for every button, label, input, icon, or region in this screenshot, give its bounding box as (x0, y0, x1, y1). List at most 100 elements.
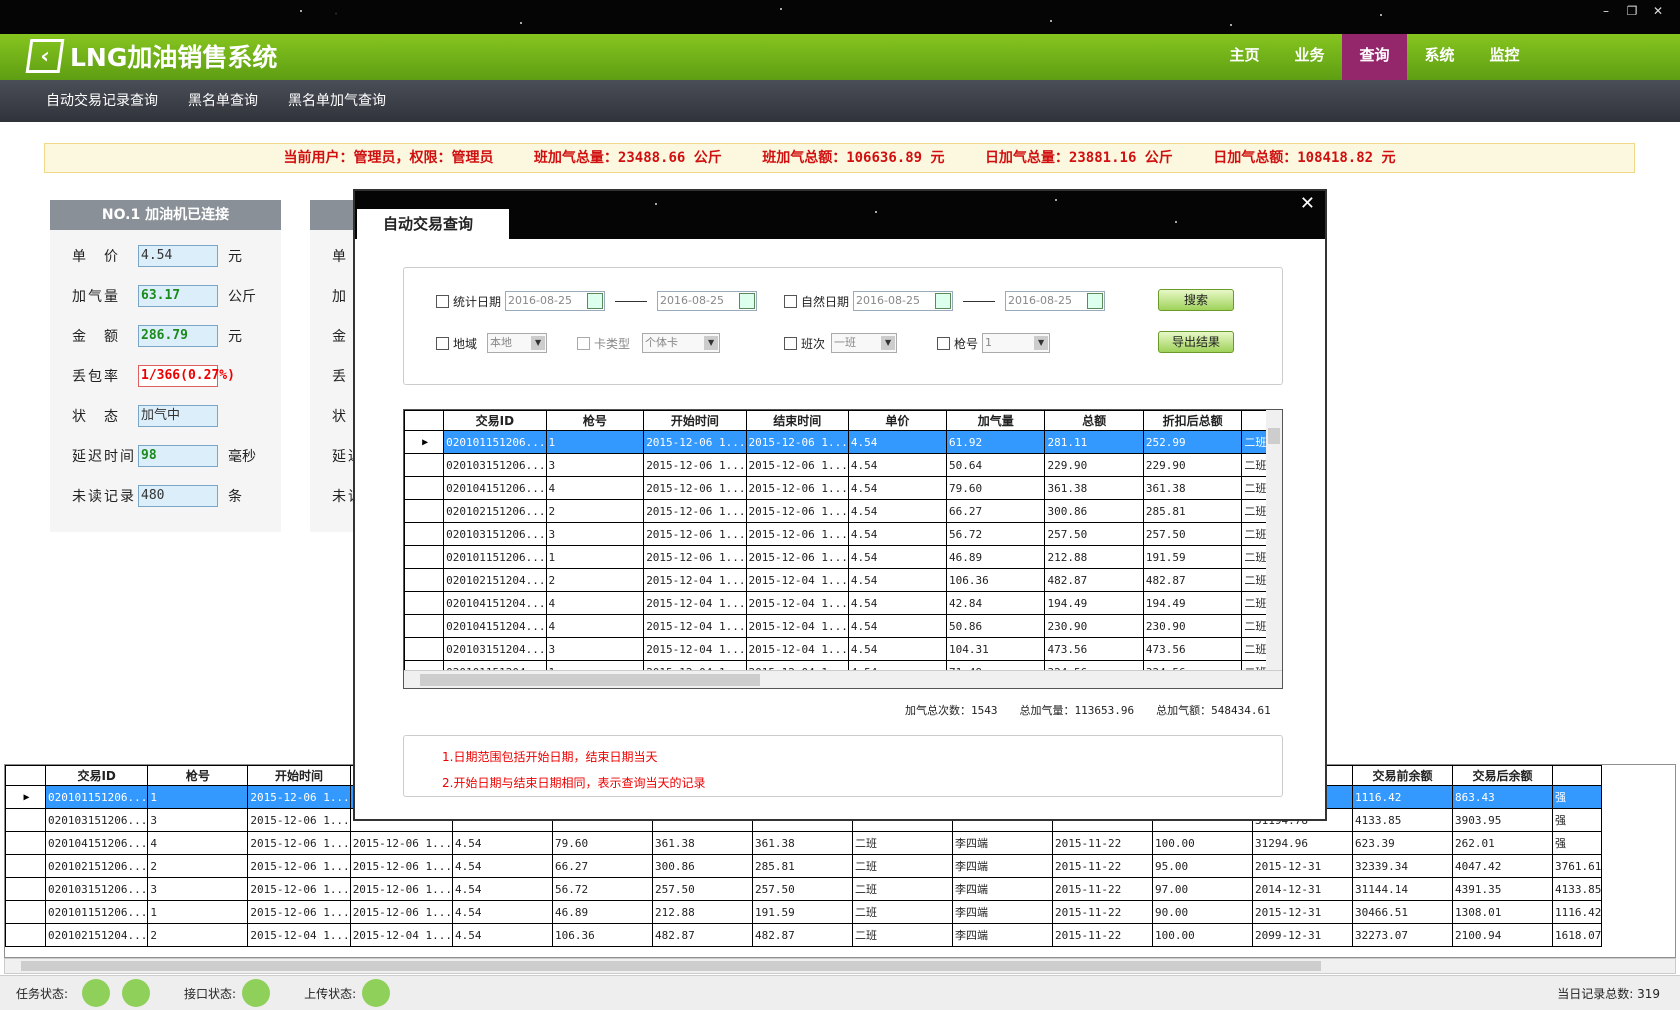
table-row[interactable]: 020103151206... 3 2015-12-06 1... 2015-12-0… (404, 453, 1282, 477)
restore-icon[interactable]: ❐ (1620, 2, 1644, 20)
row-selector[interactable] (5, 877, 46, 901)
table-cell: 2015-12-06 1... (745, 522, 849, 546)
row-selector[interactable] (404, 476, 445, 500)
region-select[interactable]: 本地 ▼ (487, 333, 548, 353)
column-header[interactable]: 总额 (1044, 410, 1144, 431)
natural-date-from[interactable]: 2016-08-25 (853, 291, 954, 311)
row-selector[interactable] (5, 808, 46, 832)
subnav-blacklist[interactable]: 黑名单查询 (188, 80, 258, 122)
column-header[interactable]: 交易ID (44, 765, 149, 786)
column-header[interactable]: 单价 (847, 410, 947, 431)
horizontal-scrollbar[interactable] (404, 670, 1282, 688)
row-selector[interactable] (5, 854, 46, 878)
gun-select[interactable]: 1 ▼ (982, 333, 1051, 353)
calendar-icon[interactable] (739, 293, 756, 309)
table-row[interactable]: 020102151204... 2 2015-12-04 1... 2015-12-0… (5, 923, 1603, 947)
table-cell: 3761.61 (1552, 854, 1603, 878)
table-row[interactable]: 020102151206... 2 2015-12-06 1... 2015-12-0… (5, 854, 1603, 878)
close-icon[interactable]: ✕ (1300, 193, 1315, 214)
table-row[interactable]: 020102151204... 2 2015-12-04 1... 2015-12-0… (404, 568, 1282, 592)
column-header[interactable] (1552, 765, 1603, 786)
natural-date-to[interactable]: 2016-08-25 (1005, 291, 1106, 311)
stat-date-checkbox[interactable] (436, 294, 449, 308)
table-row[interactable]: 020104151204... 4 2015-12-04 1... 2015-12-0… (404, 591, 1282, 615)
close-icon[interactable]: ✕ (1646, 2, 1670, 20)
nav-home[interactable]: 主页 (1212, 34, 1277, 80)
table-cell: 二班 (852, 831, 954, 855)
table-row[interactable]: 020102151206... 2 2015-12-06 1... 2015-12-0… (404, 499, 1282, 523)
total-count: 加气总次数：1543 (905, 704, 998, 717)
row-selector[interactable]: ▶ (404, 430, 445, 454)
calendar-icon[interactable] (1087, 293, 1104, 309)
region-checkbox[interactable] (436, 336, 449, 350)
table-row[interactable]: 020101151206... 1 2015-12-06 1... 2015-12-0… (404, 545, 1282, 569)
column-header[interactable]: 交易前余额 (1352, 765, 1454, 786)
nav-system[interactable]: 系统 (1407, 34, 1472, 80)
table-cell: 361.38 (752, 831, 854, 855)
table-cell: 2015-11-22 (1052, 854, 1154, 878)
table-row[interactable]: 020104151206... 4 2015-12-06 1... 2015-12-0… (5, 831, 1603, 855)
column-header[interactable]: 枪号 (147, 765, 249, 786)
search-button[interactable]: 搜索 (1158, 289, 1234, 311)
column-header[interactable]: 交易后余额 (1452, 765, 1554, 786)
stat-date-to[interactable]: 2016-08-25 (657, 291, 758, 311)
row-selector[interactable] (404, 453, 445, 477)
row-selector[interactable] (404, 637, 445, 661)
minimize-icon[interactable]: – (1594, 2, 1618, 20)
table-row[interactable]: ▶ 020101151206... 1 2015-12-06 1... 2015-12-… (404, 430, 1282, 454)
dialog-tab[interactable]: 自动交易查询 (357, 209, 509, 239)
gun-checkbox[interactable] (937, 336, 950, 350)
natural-date-checkbox[interactable] (784, 294, 797, 308)
nav-business[interactable]: 业务 (1277, 34, 1342, 80)
column-header[interactable]: 开始时间 (247, 765, 351, 786)
table-cell: 2015-12-06 1... (643, 499, 747, 523)
table-row[interactable]: 020104151204... 4 2015-12-04 1... 2015-12-0… (404, 614, 1282, 638)
chevron-down-icon: ▼ (881, 336, 896, 350)
shift-checkbox[interactable] (784, 336, 797, 350)
top-nav: 主页 业务 查询 系统 监控 (1212, 34, 1537, 80)
row-selector[interactable] (5, 923, 46, 947)
row-selector[interactable] (404, 591, 445, 615)
row-selector[interactable] (404, 545, 445, 569)
row-selector[interactable]: ▶ (5, 785, 46, 809)
field-label: 加气量 (72, 289, 120, 305)
column-header[interactable]: 开始时间 (643, 410, 747, 431)
field-unit: 元 (228, 329, 242, 345)
nav-query[interactable]: 查询 (1342, 34, 1407, 80)
row-selector[interactable] (404, 568, 445, 592)
row-selector[interactable] (5, 900, 46, 924)
table-cell: 106.36 (945, 568, 1046, 592)
table-row[interactable]: 020103151206... 3 2015-12-06 1... 2015-12-0… (404, 522, 1282, 546)
chevron-down-icon: ▼ (531, 336, 546, 350)
stat-date-from[interactable]: 2016-08-25 (505, 291, 606, 311)
horizontal-scrollbar[interactable] (4, 958, 1676, 974)
row-selector[interactable] (5, 831, 46, 855)
table-row[interactable]: 020103151204... 3 2015-12-04 1... 2015-12-0… (404, 637, 1282, 661)
table-row[interactable]: 020104151206... 4 2015-12-06 1... 2015-12-0… (404, 476, 1282, 500)
nav-monitor[interactable]: 监控 (1472, 34, 1537, 80)
column-header[interactable]: 加气量 (945, 410, 1046, 431)
table-cell: 361.38 (1142, 476, 1243, 500)
card-type-checkbox[interactable] (577, 336, 590, 350)
row-selector[interactable] (404, 499, 445, 523)
calendar-icon[interactable] (587, 293, 604, 309)
card-type-select[interactable]: 个体卡 ▼ (642, 333, 721, 353)
table-row[interactable]: 020101151206... 1 2015-12-06 1... 2015-12-0… (5, 900, 1603, 924)
table-cell: 4.54 (452, 877, 554, 901)
row-selector[interactable] (404, 522, 445, 546)
column-header[interactable]: 枪号 (545, 410, 645, 431)
table-row[interactable]: 020103151206... 3 2015-12-06 1... 2015-12-0… (5, 877, 1603, 901)
export-button[interactable]: 导出结果 (1158, 331, 1234, 353)
shift-select[interactable]: 一班 ▼ (831, 333, 898, 353)
table-cell: 2015-12-06 1... (745, 499, 849, 523)
column-header[interactable]: 结束时间 (745, 410, 849, 431)
table-cell: 2015-12-06 1... (643, 476, 747, 500)
subnav-auto-transactions[interactable]: 自动交易记录查询 (46, 80, 158, 122)
calendar-icon[interactable] (935, 293, 952, 309)
column-header[interactable]: 交易ID (443, 410, 547, 431)
row-selector[interactable] (404, 614, 445, 638)
column-header[interactable]: 折扣后总额 (1142, 410, 1243, 431)
subnav-blacklist-fueling[interactable]: 黑名单加气查询 (288, 80, 386, 122)
stat-date-label: 统计日期 (453, 294, 502, 309)
vertical-scrollbar[interactable] (1266, 410, 1282, 672)
